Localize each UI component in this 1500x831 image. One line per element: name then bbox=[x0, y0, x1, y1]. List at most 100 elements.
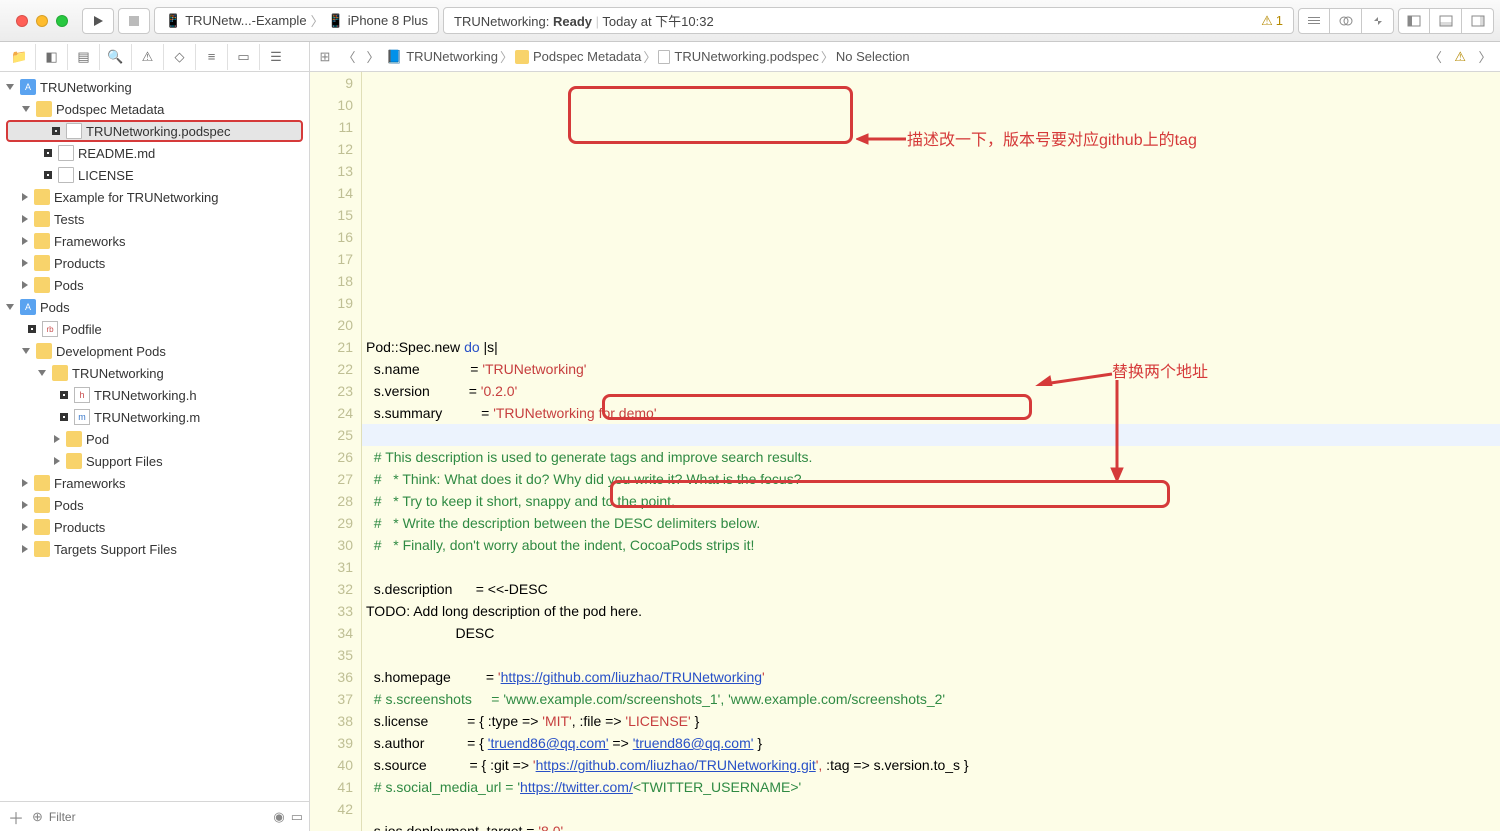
jump-next-icon[interactable]: 〉 bbox=[1474, 47, 1496, 66]
chevron-right-icon[interactable] bbox=[54, 457, 60, 465]
chevron-right-icon[interactable] bbox=[54, 435, 60, 443]
chevron-down-icon[interactable] bbox=[6, 84, 14, 90]
chevron-down-icon[interactable] bbox=[38, 370, 46, 376]
group-pods-generated[interactable]: Pods bbox=[0, 274, 309, 296]
chevron-right-icon[interactable] bbox=[22, 215, 28, 223]
group-support-files[interactable]: Support Files bbox=[0, 450, 309, 472]
group-podspec-metadata[interactable]: Podspec Metadata bbox=[0, 98, 309, 120]
code-line[interactable]: # This description is used to generate t… bbox=[362, 446, 1500, 468]
jump-prev-icon[interactable]: 〈 bbox=[1424, 47, 1446, 66]
issue-indicator[interactable]: ⚠ bbox=[1454, 49, 1466, 65]
code-line[interactable]: TODO: Add long description of the pod he… bbox=[362, 600, 1500, 622]
group-pods2[interactable]: Pods bbox=[0, 494, 309, 516]
code-content[interactable]: 描述改一下，版本号要对应github上的tag 替换两个地址 Pod::Spec… bbox=[362, 72, 1500, 831]
file-license[interactable]: LICENSE bbox=[0, 164, 309, 186]
code-line[interactable]: # s.social_media_url = 'https://twitter.… bbox=[362, 776, 1500, 798]
file-readme[interactable]: README.md bbox=[0, 142, 309, 164]
code-line[interactable]: DESC bbox=[362, 622, 1500, 644]
chevron-right-icon[interactable] bbox=[22, 281, 28, 289]
forward-button[interactable]: 〉 bbox=[362, 47, 384, 66]
breakpoint-navigator-tab[interactable]: ▭ bbox=[228, 44, 260, 70]
stop-button[interactable] bbox=[118, 8, 150, 34]
chevron-right-icon[interactable] bbox=[22, 523, 28, 531]
file-header[interactable]: hTRUNetworking.h bbox=[0, 384, 309, 406]
zoom-window[interactable] bbox=[56, 15, 68, 27]
code-line[interactable] bbox=[362, 644, 1500, 666]
jump-item-project[interactable]: 📘TRUNetworking bbox=[386, 49, 498, 65]
toggle-bottom-panel[interactable] bbox=[1430, 8, 1462, 34]
code-line[interactable]: s.homepage = 'https://github.com/liuzhao… bbox=[362, 666, 1500, 688]
chevron-right-icon[interactable] bbox=[22, 237, 28, 245]
toggle-left-panel[interactable] bbox=[1398, 8, 1430, 34]
code-line[interactable]: s.description = <<-DESC bbox=[362, 578, 1500, 600]
back-button[interactable]: 〈 bbox=[338, 47, 360, 66]
test-navigator-tab[interactable]: ◇ bbox=[164, 44, 196, 70]
project-root[interactable]: ATRUNetworking bbox=[0, 76, 309, 98]
file-impl[interactable]: mTRUNetworking.m bbox=[0, 406, 309, 428]
code-line[interactable]: s.ios.deployment_target = '8.0' bbox=[362, 820, 1500, 831]
jump-item-file[interactable]: TRUNetworking.podspec bbox=[658, 49, 819, 64]
code-editor[interactable]: 9101112131415161718192021222324252627282… bbox=[310, 72, 1500, 831]
group-tests[interactable]: Tests bbox=[0, 208, 309, 230]
group-dev-pods[interactable]: Development Pods bbox=[0, 340, 309, 362]
symbol-navigator-tab[interactable]: ▤ bbox=[68, 44, 100, 70]
minimize-window[interactable] bbox=[36, 15, 48, 27]
chevron-down-icon[interactable] bbox=[22, 106, 30, 112]
debug-navigator-tab[interactable]: ≡ bbox=[196, 44, 228, 70]
group-pod[interactable]: Pod bbox=[0, 428, 309, 450]
code-line[interactable]: Pod::Spec.new do |s| bbox=[362, 336, 1500, 358]
project-navigator-tab[interactable]: 📁 bbox=[4, 44, 36, 70]
group-frameworks[interactable]: Frameworks bbox=[0, 230, 309, 252]
find-navigator-tab[interactable]: 🔍 bbox=[100, 44, 132, 70]
file-podspec[interactable]: TRUNetworking.podspec bbox=[6, 120, 303, 142]
group-products[interactable]: Products bbox=[0, 252, 309, 274]
jump-item-symbol[interactable]: No Selection bbox=[836, 49, 910, 64]
code-line[interactable] bbox=[362, 424, 1500, 446]
version-editor-button[interactable] bbox=[1362, 8, 1394, 34]
group-products2[interactable]: Products bbox=[0, 516, 309, 538]
filter-clock-icon[interactable]: ▭ bbox=[291, 809, 303, 825]
chevron-right-icon[interactable] bbox=[22, 545, 28, 553]
related-items-icon[interactable]: ⊞ bbox=[314, 49, 336, 65]
chevron-right-icon[interactable] bbox=[22, 501, 28, 509]
assistant-editor-button[interactable] bbox=[1330, 8, 1362, 34]
chevron-down-icon[interactable] bbox=[6, 304, 14, 310]
source-control-tab[interactable]: ◧ bbox=[36, 44, 68, 70]
chevron-right-icon[interactable] bbox=[22, 259, 28, 267]
group-trunetworking[interactable]: TRUNetworking bbox=[0, 362, 309, 384]
code-line[interactable]: # * Finally, don't worry about the inden… bbox=[362, 534, 1500, 556]
code-line[interactable]: # s.screenshots = 'www.example.com/scree… bbox=[362, 688, 1500, 710]
group-example[interactable]: Example for TRUNetworking bbox=[0, 186, 309, 208]
code-line[interactable]: # * Write the description between the DE… bbox=[362, 512, 1500, 534]
code-line[interactable]: s.version = '0.2.0' bbox=[362, 380, 1500, 402]
jump-item-group[interactable]: Podspec Metadata bbox=[515, 49, 641, 64]
close-window[interactable] bbox=[16, 15, 28, 27]
chevron-right-icon[interactable] bbox=[22, 193, 28, 201]
code-line[interactable]: s.license = { :type => 'MIT', :file => '… bbox=[362, 710, 1500, 732]
project-tree[interactable]: ATRUNetworking Podspec Metadata TRUNetwo… bbox=[0, 72, 309, 801]
filter-scope-icon[interactable]: ◉ bbox=[273, 809, 284, 825]
warning-indicator[interactable]: ⚠ 1 bbox=[1261, 13, 1283, 29]
file-podfile[interactable]: rbPodfile bbox=[0, 318, 309, 340]
chevron-right-icon[interactable] bbox=[22, 479, 28, 487]
filter-input[interactable] bbox=[49, 810, 267, 824]
scheme-selector[interactable]: 📱 TRUNetw...-Example 〉 📱 iPhone 8 Plus bbox=[154, 7, 439, 34]
run-button[interactable] bbox=[82, 8, 114, 34]
project-pods[interactable]: APods bbox=[0, 296, 309, 318]
code-line[interactable]: # * Think: What does it do? Why did you … bbox=[362, 468, 1500, 490]
chevron-down-icon[interactable] bbox=[22, 348, 30, 354]
code-line[interactable]: s.author = { 'truend86@qq.com' => 'truen… bbox=[362, 732, 1500, 754]
add-button[interactable]: ＋ bbox=[6, 805, 26, 829]
group-frameworks2[interactable]: Frameworks bbox=[0, 472, 309, 494]
report-navigator-tab[interactable]: ☰ bbox=[260, 44, 292, 70]
group-targets-support[interactable]: Targets Support Files bbox=[0, 538, 309, 560]
standard-editor-button[interactable] bbox=[1298, 8, 1330, 34]
code-line[interactable]: s.summary = 'TRUNetworking for demo' bbox=[362, 402, 1500, 424]
code-line[interactable]: # * Try to keep it short, snappy and to … bbox=[362, 490, 1500, 512]
code-line[interactable]: s.source = { :git => 'https://github.com… bbox=[362, 754, 1500, 776]
issue-navigator-tab[interactable]: ⚠ bbox=[132, 44, 164, 70]
code-line[interactable] bbox=[362, 798, 1500, 820]
code-line[interactable]: s.name = 'TRUNetworking' bbox=[362, 358, 1500, 380]
code-line[interactable] bbox=[362, 556, 1500, 578]
toggle-right-panel[interactable] bbox=[1462, 8, 1494, 34]
